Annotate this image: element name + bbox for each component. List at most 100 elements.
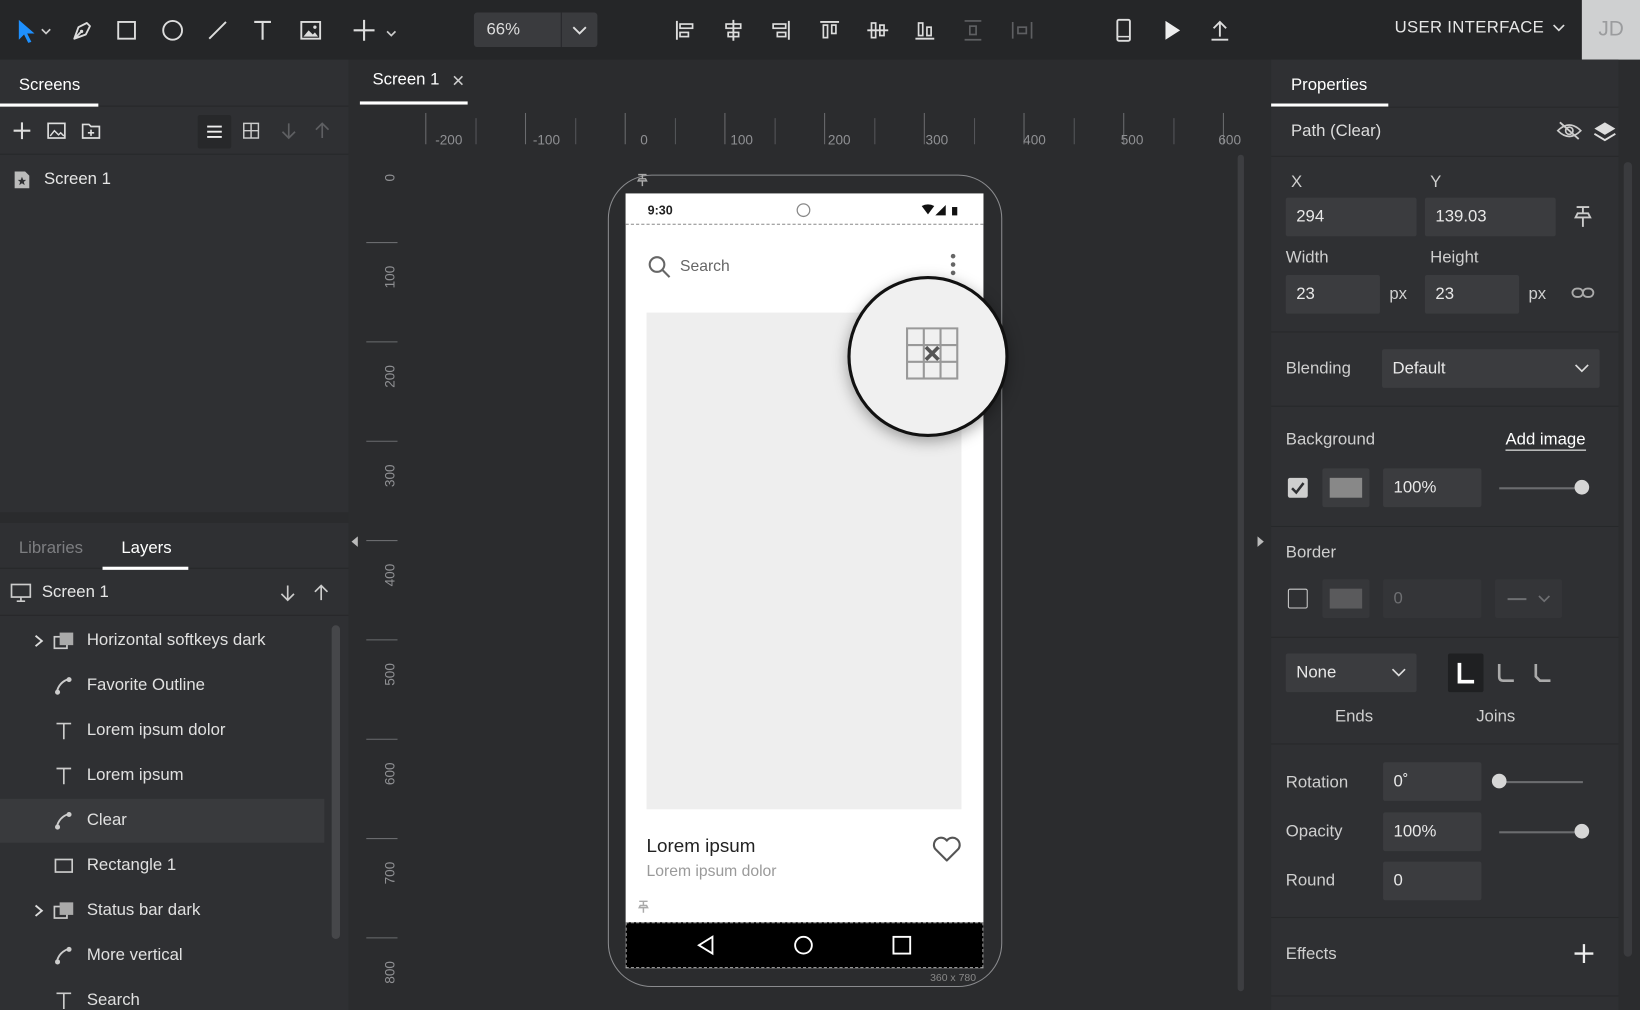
layers-screen-header[interactable]: Screen 1 — [0, 570, 349, 616]
y-field[interactable]: 139.03 — [1424, 197, 1556, 237]
link-ratio-icon[interactable] — [1570, 282, 1595, 303]
arrow-down-icon[interactable] — [278, 583, 297, 602]
align-left-icon[interactable] — [670, 15, 701, 46]
avatar[interactable]: JD — [1581, 0, 1640, 60]
close-icon[interactable] — [452, 74, 465, 87]
ends-select[interactable]: None — [1285, 653, 1417, 693]
zoom-select[interactable]: 66% — [473, 12, 598, 48]
border-checkbox[interactable] — [1287, 588, 1308, 609]
add-effect-icon[interactable] — [1573, 943, 1594, 964]
ruler-label: 0 — [382, 174, 397, 182]
share-upload-icon[interactable] — [1204, 15, 1235, 46]
layer-name: Horizontal softkeys dark — [86, 631, 266, 650]
panel-divider[interactable] — [0, 512, 349, 523]
align-right-icon[interactable] — [765, 15, 796, 46]
align-center-horizontal-icon[interactable] — [718, 15, 749, 46]
border-width-field[interactable]: 0 — [1383, 579, 1482, 618]
layer-name: Status bar dark — [86, 901, 201, 920]
width-field[interactable]: 23 — [1285, 274, 1380, 314]
collapse-left-icon[interactable] — [349, 534, 359, 549]
project-menu[interactable]: USER INTERFACE — [1395, 19, 1565, 38]
pin-icon — [635, 173, 650, 188]
pin-position-icon[interactable] — [1572, 205, 1593, 228]
properties-scrollbar[interactable] — [1623, 162, 1633, 957]
select-tool-icon[interactable] — [13, 15, 55, 46]
layer-item[interactable]: Search — [0, 979, 324, 1010]
add-component-icon[interactable] — [349, 15, 401, 46]
group-icon — [52, 899, 75, 922]
layer-item[interactable]: More vertical — [0, 934, 324, 978]
status-bar[interactable]: 9:30 — [625, 193, 984, 225]
border-label: Border — [1285, 543, 1337, 562]
image-tool-icon[interactable] — [295, 15, 326, 46]
back-icon[interactable] — [696, 935, 717, 956]
pen-tool-icon[interactable] — [67, 15, 98, 46]
join-bevel-icon[interactable] — [1527, 654, 1558, 693]
rotation-field[interactable]: 0˚ — [1383, 762, 1482, 801]
tab-layers[interactable]: Layers — [102, 523, 189, 570]
grid-view-icon[interactable] — [237, 117, 264, 144]
device-preview-icon[interactable] — [1108, 15, 1139, 46]
align-middle-icon[interactable] — [862, 15, 893, 46]
line-tool-icon[interactable] — [202, 15, 233, 46]
opacity-slider[interactable] — [1499, 831, 1583, 834]
chevron-right-icon[interactable] — [33, 903, 44, 918]
list-view-icon[interactable] — [197, 115, 232, 149]
ellipse-tool-icon[interactable] — [157, 15, 188, 46]
background-opacity-field[interactable]: 100% — [1383, 468, 1482, 508]
layer-item[interactable]: Horizontal softkeys dark — [0, 619, 324, 663]
chevron-down-icon[interactable] — [562, 13, 598, 48]
opacity-field[interactable]: 100% — [1383, 812, 1482, 852]
layer-item[interactable]: Rectangle 1 — [0, 844, 324, 888]
background-color-swatch[interactable] — [1322, 468, 1370, 508]
border-style-select[interactable] — [1495, 579, 1562, 618]
layer-item[interactable]: Clear — [0, 798, 325, 843]
round-field[interactable]: 0 — [1383, 861, 1482, 901]
layer-item[interactable]: Favorite Outline — [0, 664, 324, 708]
add-image-screen-icon[interactable] — [43, 117, 70, 144]
search-input[interactable]: Search — [680, 257, 730, 275]
text-tool-icon[interactable] — [247, 15, 278, 46]
tab-properties[interactable]: Properties — [1271, 60, 1389, 107]
x-field[interactable]: 294 — [1285, 197, 1417, 237]
more-vertical-icon[interactable] — [949, 252, 957, 279]
join-round-icon[interactable] — [1491, 654, 1522, 693]
play-icon[interactable] — [1156, 15, 1187, 46]
add-screen-icon[interactable] — [8, 117, 35, 144]
recents-icon[interactable] — [891, 935, 912, 956]
chevron-right-icon[interactable] — [33, 634, 44, 649]
tab-screens[interactable]: Screens — [0, 60, 99, 107]
navigation-softkeys[interactable] — [625, 922, 984, 969]
rotation-knob[interactable] — [1491, 773, 1507, 789]
layer-item[interactable]: Lorem ipsum — [0, 754, 324, 798]
align-bottom-icon[interactable] — [909, 15, 940, 46]
blending-select[interactable]: Default — [1382, 349, 1600, 388]
layer-item[interactable]: Status bar dark — [0, 889, 324, 933]
home-icon[interactable] — [793, 935, 814, 956]
layers-scrollbar[interactable] — [331, 625, 341, 939]
layers-icon[interactable] — [1593, 120, 1616, 143]
favorite-outline-icon[interactable] — [932, 835, 961, 862]
layer-name: Rectangle 1 — [86, 856, 177, 875]
collapse-right-icon[interactable] — [1255, 534, 1265, 549]
selected-clear-icon[interactable] — [906, 327, 960, 381]
rectangle-tool-icon[interactable] — [111, 15, 142, 46]
add-image-link[interactable]: Add image — [1505, 431, 1586, 451]
screen-list-item[interactable]: Screen 1 — [0, 164, 348, 195]
background-opacity-knob[interactable] — [1574, 479, 1590, 495]
background-opacity-slider[interactable] — [1499, 487, 1583, 490]
arrow-up-icon[interactable] — [312, 583, 331, 602]
border-color-swatch[interactable] — [1322, 579, 1370, 618]
background-checkbox[interactable] — [1287, 477, 1308, 498]
opacity-knob[interactable] — [1574, 823, 1590, 839]
rotation-slider[interactable] — [1499, 781, 1583, 784]
canvas-scrollbar[interactable] — [1237, 154, 1244, 992]
align-top-icon[interactable] — [814, 15, 845, 46]
height-field[interactable]: 23 — [1424, 274, 1520, 314]
join-miter-icon[interactable] — [1447, 653, 1484, 693]
add-folder-icon[interactable] — [77, 117, 104, 144]
tab-libraries[interactable]: Libraries — [19, 523, 83, 570]
layer-item[interactable]: Lorem ipsum dolor — [0, 709, 324, 753]
visibility-off-icon[interactable] — [1556, 119, 1583, 142]
tab-screen-1[interactable]: Screen 1 — [359, 60, 468, 105]
